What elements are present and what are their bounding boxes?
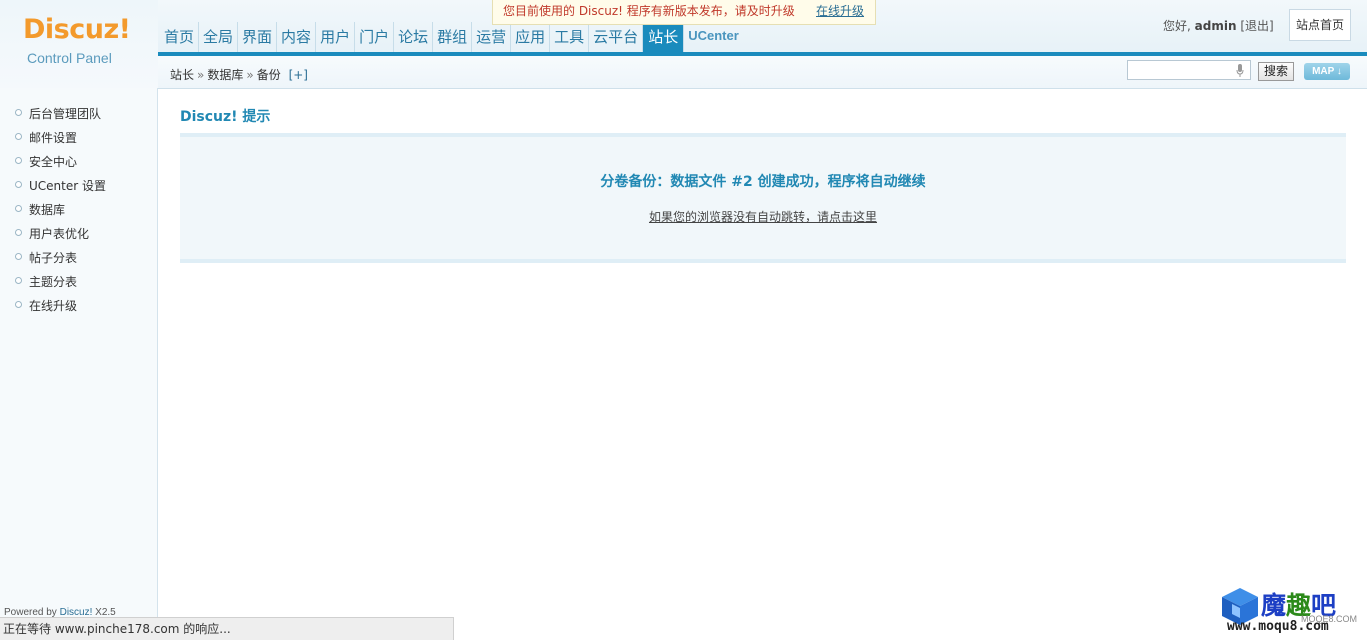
nav-group[interactable]: 群组 [433, 22, 473, 54]
breadcrumb-item-founder[interactable]: 站长 [170, 68, 194, 82]
nav-forum[interactable]: 论坛 [394, 22, 434, 54]
online-upgrade-link[interactable]: 在线升级 [816, 0, 864, 23]
breadcrumb-separator: » [246, 68, 254, 82]
watermark-logo: 魔趣吧 MOQE8.COM www.moqu8.com [1219, 585, 1359, 637]
sidebar-item-upgrade[interactable]: 在线升级 [0, 296, 158, 320]
update-notice-text: 您目前使用的 Discuz! 程序有新版本发布，请及时升级 [503, 4, 795, 18]
breadcrumb-item-database[interactable]: 数据库 [207, 68, 243, 82]
sidebar-item-label: 用户表优化 [29, 227, 90, 241]
sidebar-item-database[interactable]: 数据库 [0, 200, 158, 224]
nav-cloud[interactable]: 云平台 [589, 22, 644, 54]
logout-link[interactable]: [退出] [1240, 19, 1273, 33]
message-box: 分卷备份：数据文件 #2 创建成功，程序将自动继续 如果您的浏览器没有自动跳转，… [180, 133, 1346, 263]
bullet-icon [15, 253, 22, 260]
update-notice: 您目前使用的 Discuz! 程序有新版本发布，请及时升级 在线升级 [492, 0, 876, 25]
bullet-icon [15, 301, 22, 308]
top-nav: 首页 全局 界面 内容 用户 门户 论坛 群组 运营 应用 工具 云平台 站长 … [160, 22, 743, 54]
sidebar-item-mail[interactable]: 邮件设置 [0, 128, 158, 152]
sidebar-item-admin-team[interactable]: 后台管理团队 [0, 104, 158, 128]
header: 首页 全局 界面 内容 用户 门户 论坛 群组 运营 应用 工具 云平台 站长 … [0, 0, 1367, 56]
bullet-icon [15, 277, 22, 284]
logo: Discuz! Control Panel [0, 0, 158, 88]
message-text: 分卷备份：数据文件 #2 创建成功，程序将自动继续 [600, 174, 926, 190]
sidebar-item-security[interactable]: 安全中心 [0, 152, 158, 176]
username: admin [1194, 19, 1237, 33]
bullet-icon [15, 205, 22, 212]
sidebar: 后台管理团队 邮件设置 安全中心 UCenter 设置 数据库 用户表优化 帖子… [0, 88, 158, 640]
microphone-icon[interactable] [1236, 64, 1244, 77]
breadcrumb-item-backup: 备份 [256, 68, 281, 82]
sidebar-item-label: 后台管理团队 [29, 107, 102, 121]
search-button[interactable]: 搜索 [1258, 62, 1294, 81]
add-shortcut-button[interactable]: [+] [289, 68, 308, 82]
page-title: Discuz! 提示 [180, 109, 271, 125]
arrow-down-icon: ↓ [1336, 66, 1342, 77]
watermark-url: www.moqu8.com [1227, 619, 1329, 634]
nav-plugin[interactable]: 应用 [511, 22, 551, 54]
bullet-icon [15, 133, 22, 140]
nav-tools[interactable]: 工具 [550, 22, 590, 54]
sidebar-item-label: 主题分表 [29, 275, 78, 289]
sidebar-item-ucenter[interactable]: UCenter 设置 [0, 176, 158, 200]
bullet-icon [15, 229, 22, 236]
bullet-icon [15, 109, 22, 116]
nav-operation[interactable]: 运营 [472, 22, 512, 54]
sidebar-item-user-table[interactable]: 用户表优化 [0, 224, 158, 248]
map-button[interactable]: MAP ↓ [1304, 63, 1350, 80]
bullet-icon [15, 181, 22, 188]
nav-user[interactable]: 用户 [316, 22, 356, 54]
map-label: MAP [1312, 66, 1335, 77]
user-info: 您好, admin [退出] [1163, 17, 1274, 34]
greeting: 您好, [1163, 19, 1191, 33]
browser-status-bar: 正在等待 www.pinche178.com 的响应... [0, 617, 454, 640]
logo-text: Discuz! [23, 14, 131, 45]
sidebar-item-label: 帖子分表 [29, 251, 78, 265]
search-input[interactable] [1127, 60, 1251, 80]
nav-ucenter[interactable]: UCenter [684, 22, 743, 54]
nav-global[interactable]: 全局 [199, 22, 239, 54]
breadcrumb: 站长» 数据库» 备份 [+] [170, 66, 308, 83]
breadcrumb-separator: » [197, 68, 205, 82]
nav-founder[interactable]: 站长 [643, 22, 685, 54]
redirect-link-row: 如果您的浏览器没有自动跳转，请点击这里 [180, 208, 1346, 225]
breadcrumb-bar: 站长» 数据库» 备份 [+] 搜索 MAP ↓ [158, 56, 1367, 89]
bullet-icon [15, 157, 22, 164]
sidebar-item-label: 数据库 [29, 203, 66, 217]
sidebar-item-post-split[interactable]: 帖子分表 [0, 248, 158, 272]
sidebar-item-label: 邮件设置 [29, 131, 78, 145]
sidebar-item-label: 安全中心 [29, 155, 78, 169]
sidebar-item-thread-split[interactable]: 主题分表 [0, 272, 158, 296]
sidebar-item-label: UCenter 设置 [29, 179, 106, 193]
redirect-link[interactable]: 如果您的浏览器没有自动跳转，请点击这里 [649, 210, 877, 224]
sidebar-menu: 后台管理团队 邮件设置 安全中心 UCenter 设置 数据库 用户表优化 帖子… [0, 104, 158, 320]
nav-home[interactable]: 首页 [160, 22, 200, 54]
nav-style[interactable]: 界面 [238, 22, 278, 54]
logo-subtitle: Control Panel [27, 50, 112, 66]
nav-portal[interactable]: 门户 [355, 22, 395, 54]
sidebar-item-label: 在线升级 [29, 299, 78, 313]
site-home-button[interactable]: 站点首页 [1289, 9, 1351, 41]
nav-content[interactable]: 内容 [277, 22, 317, 54]
